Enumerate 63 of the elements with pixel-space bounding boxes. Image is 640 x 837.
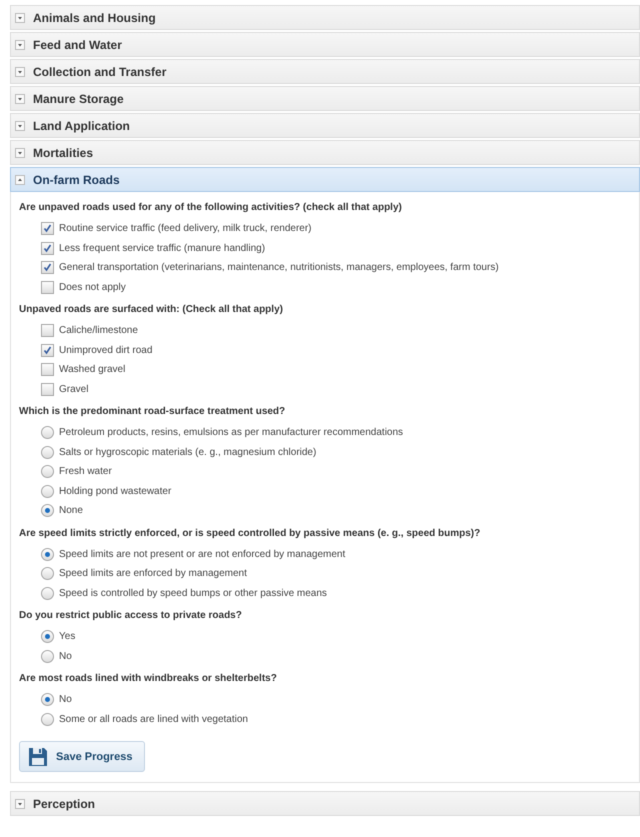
option-label: No [59,650,72,662]
option-label: Yes [59,631,76,642]
caret-down-icon [15,94,25,104]
radio-button[interactable] [41,504,54,518]
accordion-header[interactable]: Feed and Water [10,32,640,57]
radio-button[interactable] [41,650,54,663]
question-text: Are unpaved roads used for any of the following activities? (check all that apply) [19,201,403,215]
accordion-header[interactable]: On-farm Roads [10,167,640,192]
radio-button[interactable] [41,712,54,726]
caret-down-icon [15,148,25,158]
question-text: Which is the predominant road-surface treatment used? [19,405,286,419]
radio-button[interactable] [41,484,54,498]
option-label: Routine service traffic (feed delivery, milk truck, renderer) [59,223,312,234]
radio-button[interactable] [41,567,54,580]
option-label: Washed gravel [59,364,126,376]
option-label: Fresh water [59,466,112,478]
question-text: Are most roads lined with windbreaks or shelterbelts? [19,672,278,686]
option-label: General transportation (veterinarians, maintenance, nutritionists, managers, employees, farm tours) [59,262,499,274]
option-label: Holding pond wastewater [59,486,172,497]
option-label: No [59,694,72,706]
checkbox[interactable] [41,324,54,338]
option-label: Less frequent service traffic (manure handling) [59,242,266,254]
option-label: Unimproved dirt road [59,344,152,356]
option-label: Some or all roads are lined with vegetation [59,714,248,725]
accordion-header[interactable]: Manure Storage [10,86,640,111]
radio-button[interactable] [41,446,54,459]
option-label: Gravel [59,384,88,395]
accordion-header[interactable]: Land Application [10,113,640,138]
option-label: Caliche/limestone [59,325,138,336]
caret-up-icon [15,174,25,184]
caret-down-icon [15,40,25,50]
save-button[interactable]: Save Progress [19,741,146,772]
checkbox[interactable] [41,222,54,236]
option-label: Speed is controlled by speed bumps or other passive means [59,588,327,599]
question-text: Unpaved roads are surfaced with: (Check all that apply) [19,303,284,317]
checkbox[interactable] [41,280,54,294]
radio-button[interactable] [41,426,54,440]
radio-button[interactable] [41,465,54,478]
checkbox[interactable] [41,382,54,396]
accordion-header[interactable]: Perception [10,791,640,816]
caret-down-icon [15,798,25,808]
caret-down-icon [15,66,25,76]
option-label: Does not apply [59,282,126,293]
radio-button[interactable] [41,630,54,644]
checkbox[interactable] [41,261,54,274]
question-text: Do you restrict public access to private roads? [19,609,243,623]
option-label: Petroleum products, resins, emulsions as per manufacturer recommendations [59,427,404,438]
checkbox[interactable] [41,242,54,255]
checkbox[interactable] [41,344,54,357]
question-text: Are speed limits strictly enforced, or is speed controlled by passive means (e. g., speed bumps)? [19,526,482,540]
accordion-header[interactable]: Collection and Transfer [10,59,640,84]
caret-down-icon [15,12,25,22]
radio-button[interactable] [41,693,54,706]
option-label: Speed limits are not present or are not enforced by management [59,548,346,560]
option-label: Speed limits are enforced by management [59,568,247,580]
option-label: None [59,505,83,516]
accordion-header[interactable]: Animals and Housing [10,5,640,30]
radio-button[interactable] [41,548,54,561]
accordion-header[interactable]: Mortalities [10,140,640,165]
caret-down-icon [15,120,25,130]
option-label: Salts or hygroscopic materials (e. g., magnesium chloride) [59,446,316,458]
checkbox[interactable] [41,363,54,376]
radio-button[interactable] [41,586,54,600]
